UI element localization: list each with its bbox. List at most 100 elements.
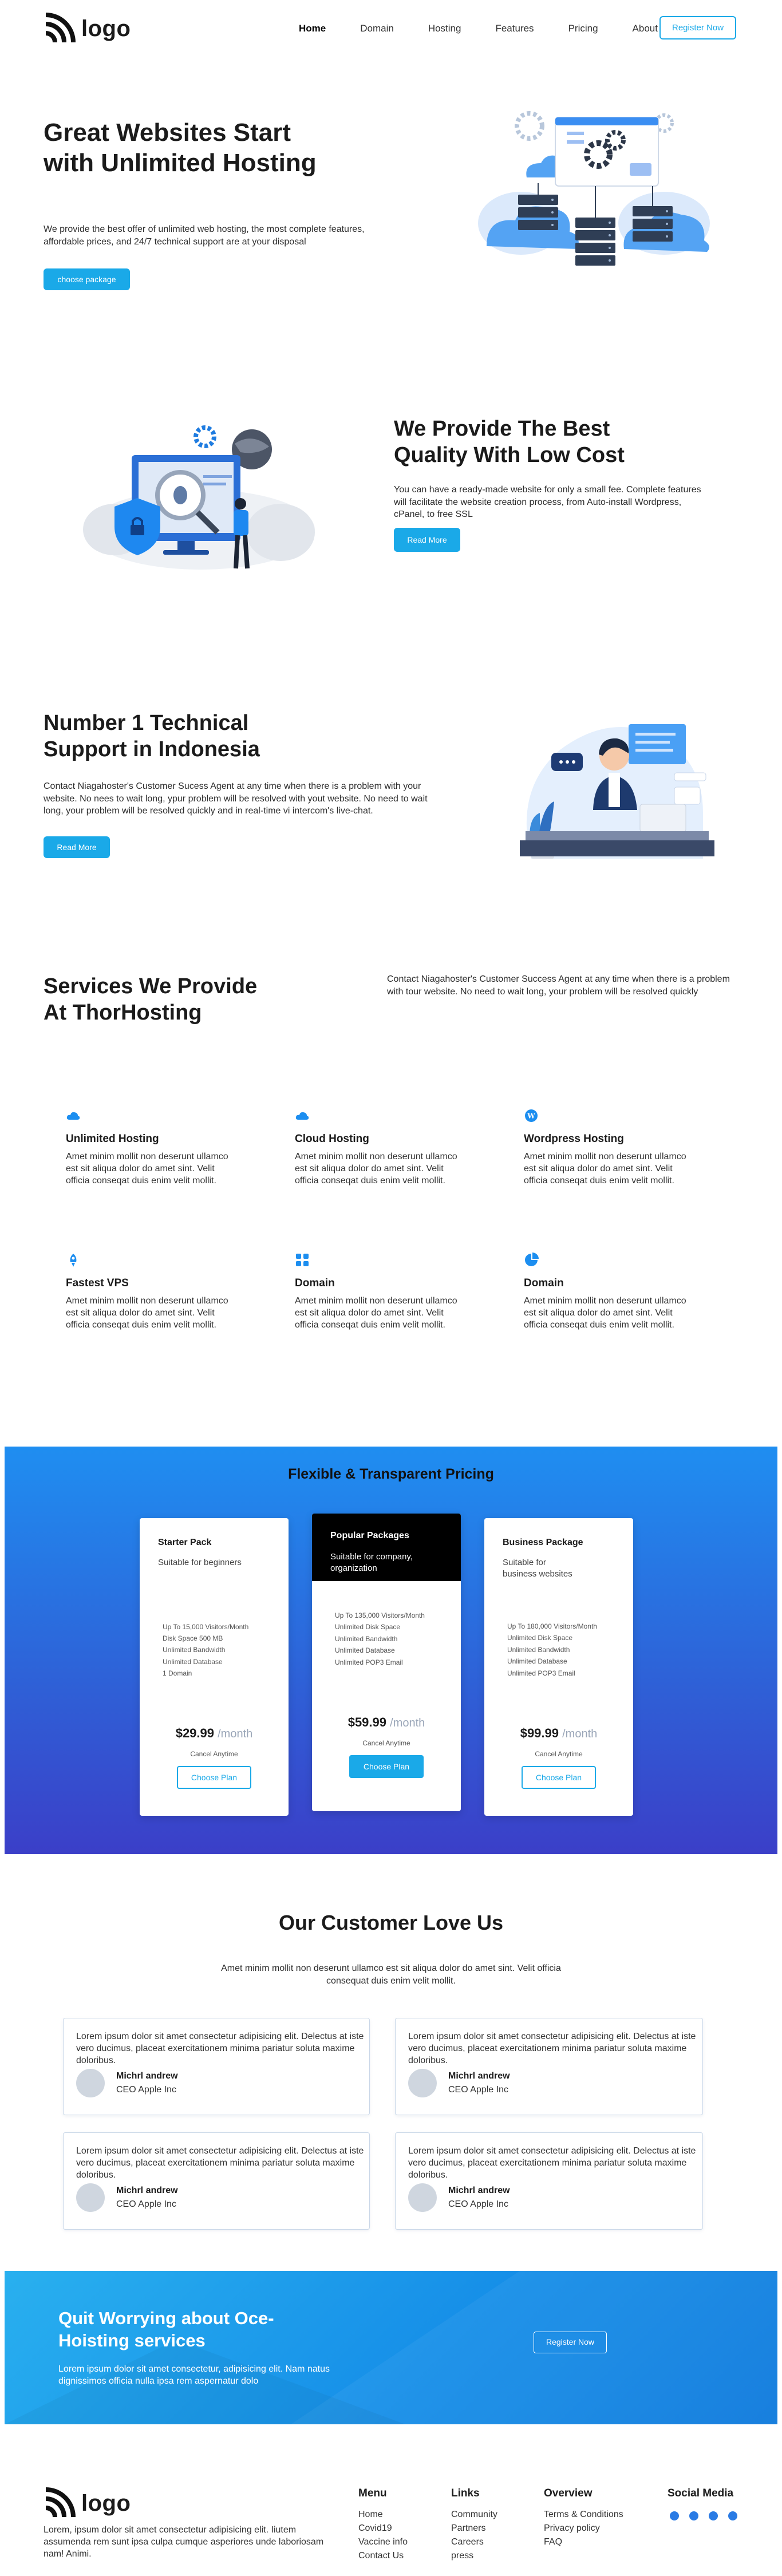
testimonial-role: CEO Apple Inc xyxy=(448,2085,508,2095)
price-period: /month xyxy=(218,1728,253,1741)
footer-link-covid19[interactable]: Covid19 xyxy=(358,2522,433,2535)
instagram-icon[interactable] xyxy=(709,2511,718,2520)
nav-domain[interactable]: Domain xyxy=(360,23,394,34)
nav-hosting[interactable]: Hosting xyxy=(428,23,461,34)
plan-cancel: Cancel Anytime xyxy=(362,1739,410,1747)
footer-link-privacy[interactable]: Privacy policy xyxy=(544,2522,641,2535)
testimonial-name: Michrl andrew xyxy=(448,2071,510,2081)
plan-feature: Unlimited Database xyxy=(163,1657,223,1666)
popular-header: Popular Packages Suitable for company, o… xyxy=(312,1514,461,1581)
footer-link-contact-us[interactable]: Contact Us xyxy=(358,2549,433,2563)
plan-price: $29.99 /month xyxy=(140,1726,289,1741)
quality-read-more-button[interactable]: Read More xyxy=(394,528,460,552)
footer-link-careers[interactable]: Careers xyxy=(451,2535,526,2549)
svg-text:W: W xyxy=(527,1112,535,1120)
plan-subtitle: Suitable for business websites xyxy=(503,1558,572,1579)
footer-link-terms[interactable]: Terms & Conditions xyxy=(544,2508,641,2522)
cta-register-button[interactable]: Register Now xyxy=(534,2332,607,2353)
plan-features: Up To 135,000 Visitors/Month Unlimited D… xyxy=(312,1610,461,1668)
pricing-card-business: Business Package Suitable for business w… xyxy=(484,1518,633,1816)
testimonial-role: CEO Apple Inc xyxy=(448,2199,508,2209)
avatar xyxy=(408,2069,437,2097)
footer-column-title: Social Media xyxy=(668,2487,734,2499)
testimonial-card: Lorem ipsum dolor sit amet consectetur a… xyxy=(395,2018,703,2115)
service-title: Domain xyxy=(524,1277,564,1289)
nav-pricing[interactable]: Pricing xyxy=(568,23,598,34)
hero-description: We provide the best offer of unlimited w… xyxy=(44,224,365,247)
footer-column-title: Links xyxy=(451,2487,480,2499)
linkedin-icon[interactable] xyxy=(728,2511,737,2520)
register-now-button[interactable]: Register Now xyxy=(659,16,737,39)
plan-price: $99.99 /month xyxy=(484,1726,633,1741)
plan-feature: Unlimited Disk Space xyxy=(507,1634,573,1642)
plan-subtitle: Suitable for beginners xyxy=(158,1558,242,1567)
nav-features[interactable]: Features xyxy=(495,23,534,34)
choose-plan-button[interactable]: Choose Plan xyxy=(349,1755,424,1778)
pricing-card-popular: Popular Packages Suitable for company, o… xyxy=(312,1514,461,1811)
footer-link-home[interactable]: Home xyxy=(358,2508,433,2522)
pie-icon xyxy=(525,1253,539,1266)
quality-title: We Provide The Best Quality With Low Cos… xyxy=(394,417,625,468)
plan-cancel: Cancel Anytime xyxy=(190,1750,238,1759)
plan-feature: Up To 135,000 Visitors/Month xyxy=(335,1611,425,1619)
logo-text: logo xyxy=(81,15,131,41)
pricing-section: Flexible & Transparent Pricing Starter P… xyxy=(5,1447,777,1854)
plan-name: Business Package xyxy=(503,1538,583,1547)
plan-name: Starter Pack xyxy=(158,1538,212,1547)
service-item-domain: Domain Amet minim mollit non deserunt ul… xyxy=(295,1253,467,1331)
avatar xyxy=(408,2183,437,2212)
plan-feature: Unlimited Disk Space xyxy=(335,1623,401,1631)
footer-link-partners[interactable]: Partners xyxy=(451,2522,526,2535)
plan-feature: Disk Space 500 MB xyxy=(163,1634,223,1642)
facebook-icon[interactable] xyxy=(670,2511,679,2520)
footer-column-title: Menu xyxy=(358,2487,387,2499)
testimonial-name: Michrl andrew xyxy=(448,2186,510,2195)
cta-description: Lorem ipsum dolor sit amet consectetur, … xyxy=(58,2364,330,2386)
footer-link-press[interactable]: press xyxy=(451,2549,526,2563)
logo-mark-icon xyxy=(45,13,76,43)
plan-features: Up To 15,000 Visitors/Month Disk Space 5… xyxy=(140,1621,289,1680)
plan-feature: Unlimited Bandwidth xyxy=(335,1634,398,1643)
footer-link-vaccine-info[interactable]: Vaccine info xyxy=(358,2535,433,2549)
testimonials-title: Our Customer Love Us xyxy=(278,1911,504,1934)
choose-plan-button[interactable]: Choose Plan xyxy=(177,1766,251,1789)
service-title: Fastest VPS xyxy=(66,1277,129,1289)
logo-mark-icon xyxy=(45,2487,76,2518)
pricing-title: Flexible & Transparent Pricing xyxy=(288,1466,494,1482)
page: logo Home Domain Hosting Features Pricin… xyxy=(0,0,782,2576)
testimonial-name: Michrl andrew xyxy=(116,2071,178,2081)
footer-menu-column: Menu Home Covid19 Vaccine info Contact U… xyxy=(358,2487,433,2563)
footer-logo[interactable]: logo xyxy=(44,2487,131,2519)
plan-feature: Unlimited POP3 Email xyxy=(335,1658,403,1666)
services-intro: Contact Niagahoster's Customer Success A… xyxy=(387,974,730,997)
service-description: Amet minim mollit non deserunt ullamco e… xyxy=(295,1152,457,1186)
service-item-fastest-vps: Fastest VPS Amet minim mollit non deseru… xyxy=(66,1253,238,1331)
price-value: $29.99 xyxy=(175,1726,214,1741)
header-logo[interactable]: logo xyxy=(44,13,131,45)
security-illustration xyxy=(83,425,315,570)
service-description: Amet minim mollit non deserunt ullamco e… xyxy=(524,1296,686,1330)
choose-package-button[interactable]: choose package xyxy=(44,268,130,290)
testimonial-card: Lorem ipsum dolor sit amet consectetur a… xyxy=(63,2018,370,2115)
testimonial-card: Lorem ipsum dolor sit amet consectetur a… xyxy=(395,2132,703,2230)
main-nav: Home Domain Hosting Features Pricing Abo… xyxy=(299,23,672,34)
cloud-icon xyxy=(66,1112,80,1120)
twitter-icon[interactable] xyxy=(689,2511,698,2520)
testimonial-text: Lorem ipsum dolor sit amet consectetur a… xyxy=(76,2146,364,2180)
price-period: /month xyxy=(390,1716,425,1729)
testimonial-card: Lorem ipsum dolor sit amet consectetur a… xyxy=(63,2132,370,2230)
nav-home[interactable]: Home xyxy=(299,23,326,34)
footer-overview-column: Overview Terms & Conditions Privacy poli… xyxy=(544,2487,641,2549)
support-read-more-button[interactable]: Read More xyxy=(44,836,110,858)
social-icons xyxy=(668,2511,759,2520)
footer-link-community[interactable]: Community xyxy=(451,2508,526,2522)
plan-cancel: Cancel Anytime xyxy=(535,1749,583,1758)
footer-column-title: Overview xyxy=(544,2487,593,2499)
testimonial-name: Michrl andrew xyxy=(116,2186,178,2195)
service-title: Wordpress Hosting xyxy=(524,1133,624,1145)
plan-name: Popular Packages xyxy=(330,1531,409,1540)
plan-feature: Unlimited Database xyxy=(507,1657,567,1666)
service-description: Amet minim mollit non deserunt ullamco e… xyxy=(66,1296,228,1330)
footer-link-faq[interactable]: FAQ xyxy=(544,2535,641,2549)
choose-plan-button[interactable]: Choose Plan xyxy=(522,1765,596,1789)
